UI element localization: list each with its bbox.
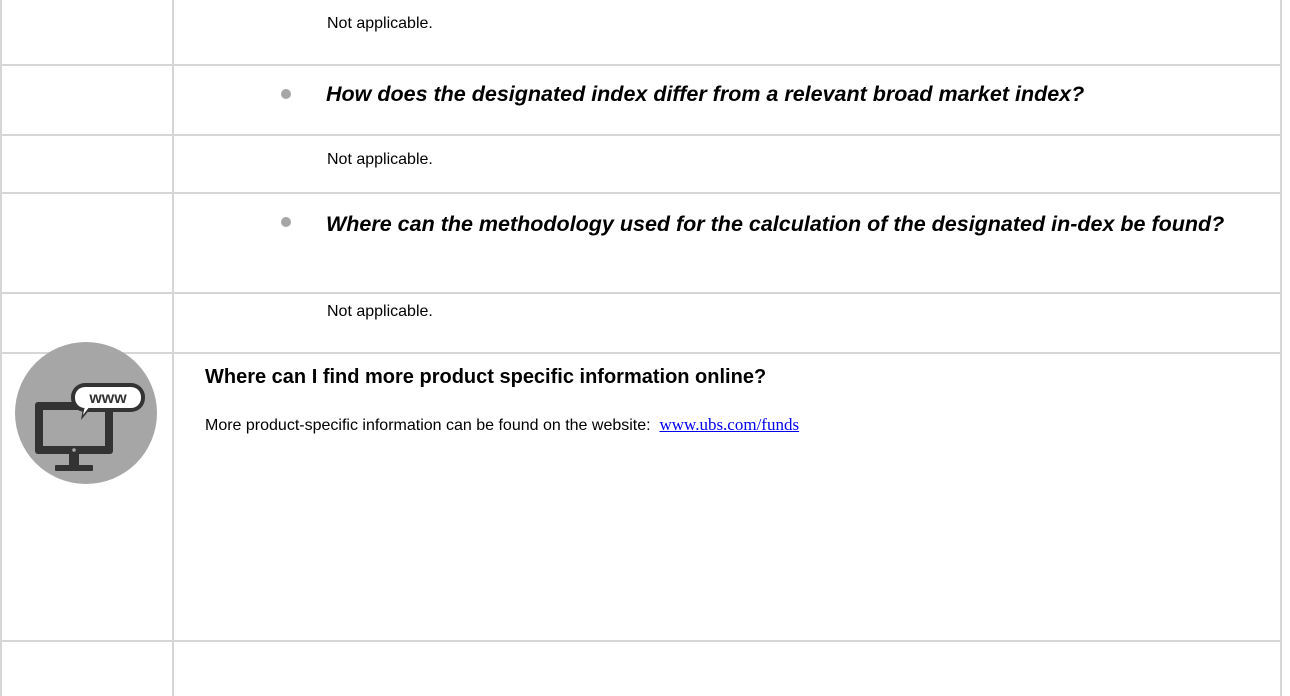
website-link[interactable]: www.ubs.com/funds (659, 415, 799, 434)
table-row: How does the designated index differ fro… (2, 66, 1282, 136)
www-monitor-icon: www (15, 342, 157, 484)
question-heading: How does the designated index differ fro… (326, 82, 1085, 106)
left-cell (2, 194, 174, 292)
table-row (2, 642, 1282, 696)
question-heading: Where can the methodology used for the c… (326, 212, 1225, 236)
left-cell (2, 66, 174, 134)
table-row: Not applicable. (2, 0, 1282, 66)
online-info-text: More product-specific information can be… (205, 417, 651, 434)
bullet-icon (281, 89, 291, 99)
online-info-heading: Where can I find more product specific i… (205, 366, 767, 388)
left-cell (2, 0, 174, 64)
monitor-stand (55, 465, 93, 471)
document-table: Not applicable. How does the designated … (0, 0, 1282, 696)
monitor-button (72, 448, 76, 452)
table-row: Not applicable. (2, 136, 1282, 194)
bullet-icon (281, 217, 291, 227)
answer-text: Not applicable. (327, 303, 433, 320)
left-cell (2, 136, 174, 192)
monitor-neck (69, 454, 79, 466)
www-label: www (88, 390, 127, 407)
table-row: Where can the methodology used for the c… (2, 194, 1282, 294)
answer-text: Not applicable. (327, 15, 433, 32)
online-info-body: More product-specific information can be… (205, 415, 799, 435)
online-info-row: Where can I find more product specific i… (2, 354, 1282, 642)
monitor-screen (43, 410, 105, 446)
table-row: Not applicable. (2, 294, 1282, 354)
answer-text: Not applicable. (327, 151, 433, 168)
left-cell (2, 642, 174, 696)
